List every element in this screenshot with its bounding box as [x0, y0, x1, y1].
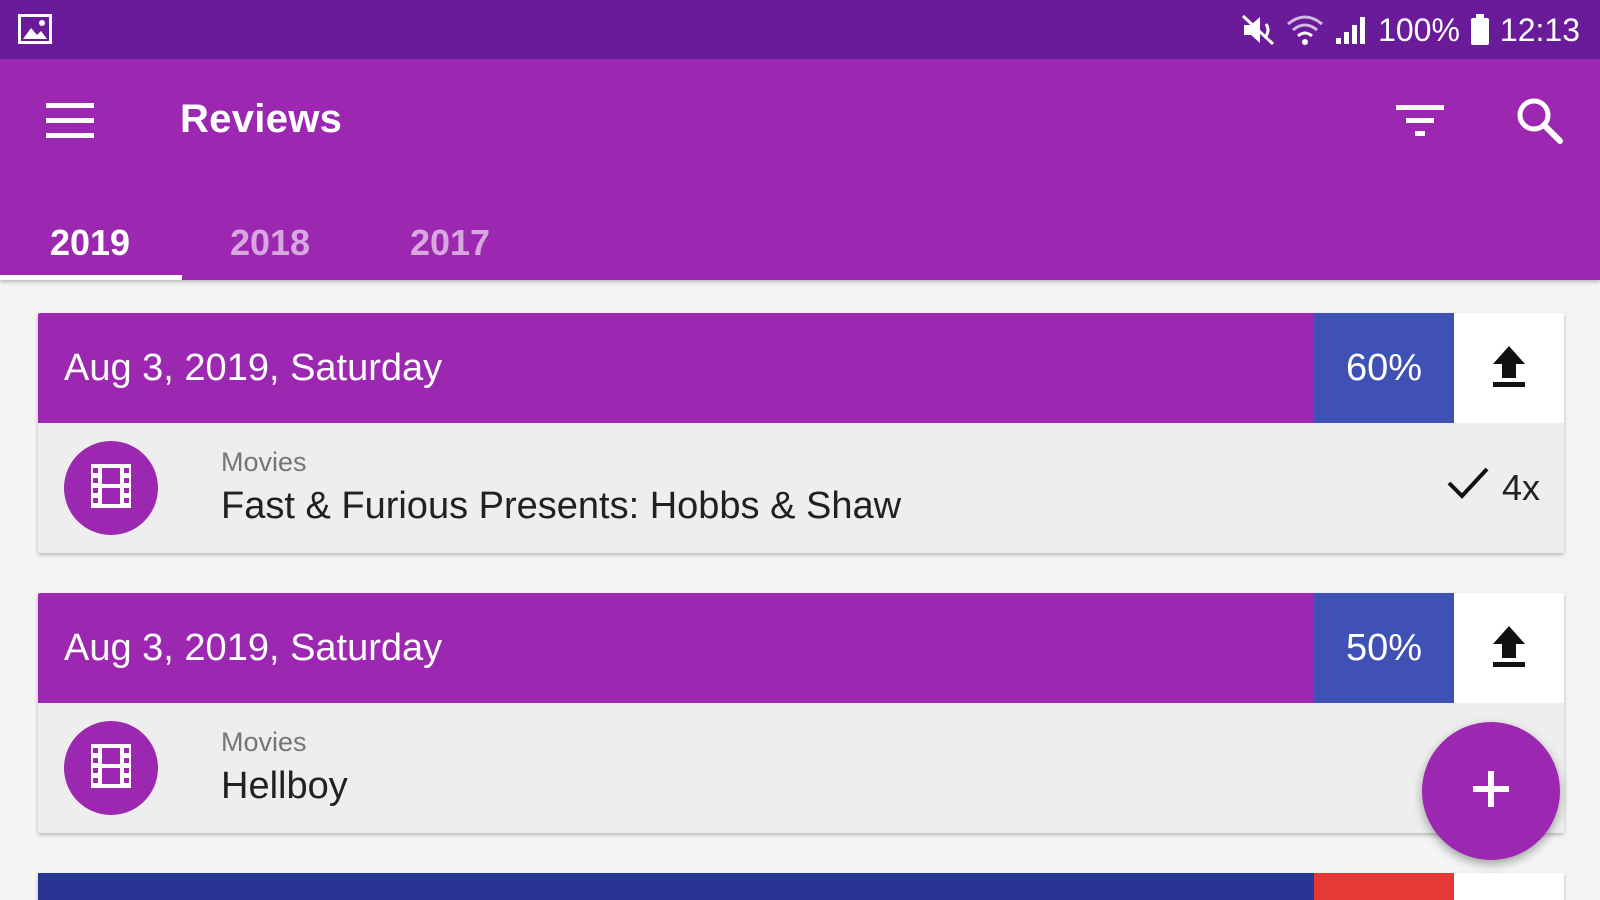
review-title: Hellboy — [221, 765, 348, 807]
movie-avatar — [64, 441, 158, 535]
review-card-partial[interactable] — [38, 873, 1564, 900]
upload-icon — [1489, 624, 1529, 673]
tab-indicator — [0, 275, 182, 280]
review-date-bar — [38, 873, 1314, 900]
review-title: Fast & Furious Presents: Hobbs & Shaw — [221, 485, 902, 527]
gallery-icon — [18, 14, 52, 49]
review-category: Movies — [221, 447, 307, 477]
film-icon — [89, 742, 133, 795]
filter-icon — [1394, 105, 1446, 147]
review-card[interactable]: Aug 3, 2019, Saturday 50% Movies Hellboy — [38, 593, 1564, 833]
review-date: Aug 3, 2019, Saturday — [38, 593, 1314, 703]
battery-icon — [1470, 14, 1490, 46]
review-percent-bar — [1314, 873, 1454, 900]
film-icon — [89, 462, 133, 515]
review-card[interactable]: Aug 3, 2019, Saturday 60% Movies Fast & … — [38, 313, 1564, 553]
filter-button[interactable] — [1394, 99, 1446, 143]
signal-icon — [1334, 14, 1368, 46]
search-icon — [1514, 98, 1566, 151]
app-bar: Reviews 2019 2018 2017 — [0, 59, 1600, 280]
watched-count: 4x — [1501, 466, 1540, 508]
check-icon — [1446, 465, 1490, 510]
upload-icon — [1489, 344, 1529, 393]
status-bar: 100% 12:13 — [0, 0, 1600, 59]
mute-icon — [1240, 14, 1276, 46]
wifi-icon — [1286, 14, 1324, 46]
tab-2019[interactable]: 2019 — [0, 205, 180, 280]
battery-percent: 100% — [1378, 11, 1460, 48]
add-review-button[interactable] — [1422, 722, 1560, 860]
clock: 12:13 — [1499, 11, 1580, 48]
review-body: Movies Fast & Furious Presents: Hobbs & … — [38, 423, 1564, 553]
page-title: Reviews — [180, 97, 343, 141]
review-percent: 60% — [1314, 313, 1454, 423]
year-tabs: 2019 2018 2017 — [0, 205, 600, 280]
upload-button[interactable] — [1454, 873, 1564, 900]
search-button[interactable] — [1514, 95, 1566, 147]
review-date: Aug 3, 2019, Saturday — [38, 313, 1314, 423]
menu-icon — [44, 103, 96, 147]
review-percent: 50% — [1314, 593, 1454, 703]
menu-button[interactable] — [44, 99, 96, 143]
review-category: Movies — [221, 727, 307, 757]
movie-avatar — [64, 721, 158, 815]
watched-indicator: 4x — [1446, 465, 1540, 510]
tab-2018[interactable]: 2018 — [180, 205, 360, 280]
tab-2017[interactable]: 2017 — [360, 205, 540, 280]
upload-button[interactable] — [1454, 593, 1564, 703]
plus-icon — [1471, 769, 1511, 814]
upload-button[interactable] — [1454, 313, 1564, 423]
review-body: Movies Hellboy — [38, 703, 1564, 833]
